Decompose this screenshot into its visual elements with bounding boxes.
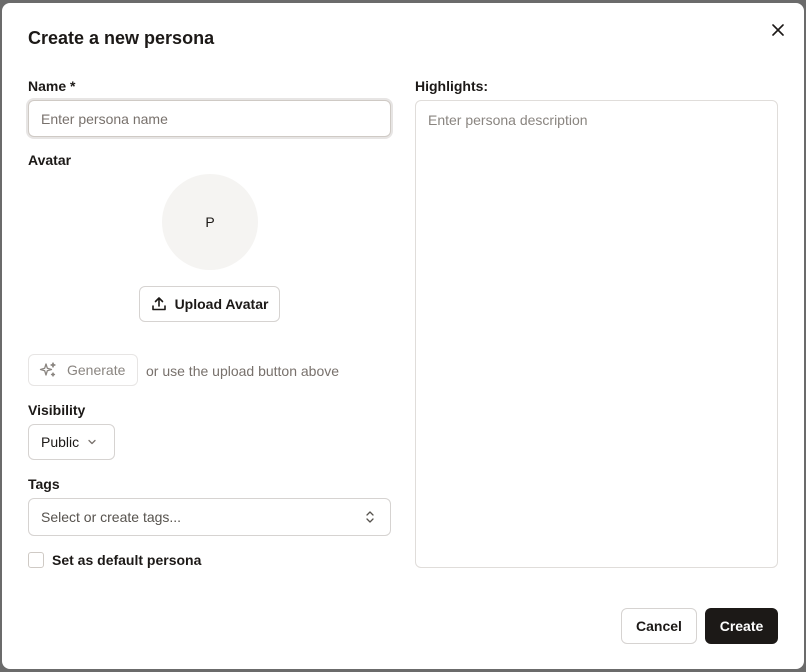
visibility-label: Visibility [28,402,86,418]
chevrons-up-down-icon [364,509,376,525]
name-input[interactable] [28,100,391,137]
close-button[interactable] [768,20,788,40]
highlights-label: Highlights: [415,78,489,94]
visibility-select[interactable]: Public [28,424,115,460]
chevron-down-icon [87,437,97,447]
sparkles-icon [39,361,57,379]
avatar-label: Avatar [28,152,72,168]
create-persona-dialog: Create a new persona Name * Avatar P Upl… [2,3,804,669]
visibility-value: Public [41,434,80,450]
default-persona-label: Set as default persona [52,552,202,568]
dialog-title: Create a new persona [28,28,215,48]
avatar-initial: P [205,214,215,230]
close-icon [772,24,784,36]
tags-placeholder: Select or create tags... [41,509,182,525]
name-label: Name * [28,78,76,94]
cancel-button[interactable]: Cancel [621,608,697,644]
generate-avatar-button[interactable]: Generate [28,354,138,386]
highlights-textarea[interactable] [415,100,778,568]
tags-select[interactable]: Select or create tags... [28,498,391,536]
create-button[interactable]: Create [705,608,778,644]
default-persona-checkbox[interactable] [28,552,44,568]
tags-label: Tags [28,476,60,492]
upload-avatar-button[interactable]: Upload Avatar [139,286,280,322]
generate-label: Generate [67,362,126,378]
upload-avatar-label: Upload Avatar [174,296,269,312]
generate-hint: or use the upload button above [146,363,340,379]
upload-icon [151,296,167,312]
avatar-preview: P [162,174,258,270]
